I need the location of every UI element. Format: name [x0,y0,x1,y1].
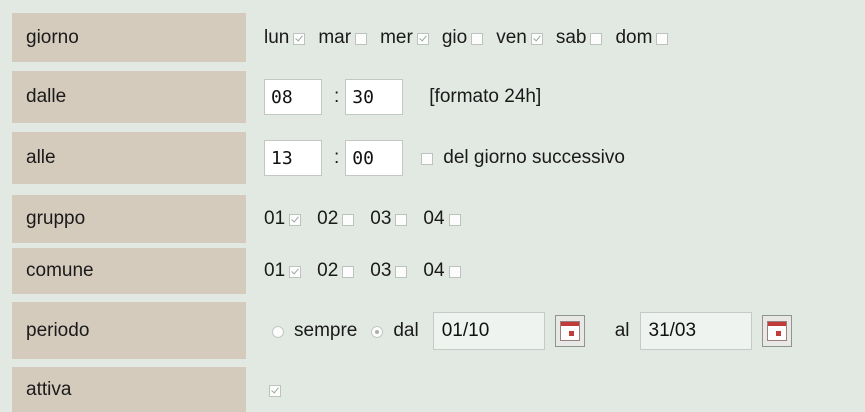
row-comune: comune 01 02 03 04 [0,248,865,294]
from-label: dal [393,319,419,341]
day-label: lun [264,26,290,48]
time-separator: : [334,86,340,107]
checkbox[interactable] [448,266,461,278]
always-label: sempre [294,319,358,341]
day-label: gio [441,26,468,48]
to-date-input[interactable]: 31/03 [639,311,752,350]
day-label: ven [496,26,527,48]
day-options: lun mar mer gio ven sab dom [264,13,865,62]
option-label: 04 [423,260,445,281]
checkbox[interactable] [293,32,306,45]
checkbox[interactable] [289,266,302,278]
row-periodo: periodo sempre dal 01/10 al 31/03 [0,302,865,359]
row-attiva: attiva [0,367,865,412]
end-hour-input[interactable]: 13 [264,140,322,176]
checkbox[interactable] [448,214,461,226]
comune-option-02[interactable]: 02 [317,260,355,282]
day-option-ven[interactable]: ven [496,27,543,49]
day-label: mer [380,26,413,48]
checkbox[interactable] [416,32,429,45]
option-label: 01 [264,260,286,281]
group-option-02[interactable]: 02 [317,208,355,230]
row-alle: alle 13 : 00 del giorno successivo [0,132,865,184]
day-option-gio[interactable]: gio [441,26,484,49]
to-label: al [614,319,630,341]
start-minute-input[interactable]: 30 [345,79,404,115]
checkbox[interactable] [342,214,355,226]
end-minute-input[interactable]: 00 [345,140,404,176]
row-dalle: dalle 08 : 30 [formato 24h] [0,71,865,123]
dalle-value: 08 : 30 [formato 24h] [264,71,865,123]
schedule-form: giorno lun mar mer gio ven sab dom dalle… [0,0,865,412]
day-label: dom [615,26,653,48]
option-label: 03 [370,208,392,229]
checkbox[interactable] [656,32,669,45]
calendar-icon[interactable] [554,314,585,347]
day-option-mar[interactable]: mar [318,26,368,49]
gruppo-label: gruppo [12,195,246,243]
comune-options: 01 02 03 04 [264,248,865,294]
group-option-03[interactable]: 03 [370,208,408,230]
checkbox[interactable] [342,266,355,278]
from-date-input[interactable]: 01/10 [432,311,545,350]
group-option-01[interactable]: 01 [264,208,302,230]
periodo-value: sempre dal 01/10 al 31/03 [272,302,865,359]
group-option-04[interactable]: 04 [423,208,461,230]
calendar-icon[interactable] [761,314,792,347]
from-radio[interactable] [371,325,384,338]
checkbox[interactable] [590,32,603,45]
option-label: 03 [370,260,392,281]
option-label: 04 [423,208,445,229]
comune-label: comune [12,248,246,294]
checkbox[interactable] [355,32,368,45]
periodo-label: periodo [12,302,246,359]
alle-label: alle [12,132,246,184]
next-day-checkbox[interactable] [421,153,434,165]
checkbox[interactable] [289,214,302,226]
day-label: sab [555,26,587,48]
day-option-dom[interactable]: dom [615,26,669,49]
row-giorno: giorno lun mar mer gio ven sab dom [0,13,865,62]
day-label: mar [318,26,352,48]
day-option-sab[interactable]: sab [556,27,603,49]
day-option-lun[interactable]: lun [264,26,306,49]
checkbox[interactable] [471,32,484,45]
attiva-value [269,367,865,412]
option-label: 02 [317,208,339,229]
day-option-mer[interactable]: mer [380,27,429,49]
checkbox[interactable] [530,32,543,45]
giorno-label: giorno [12,13,246,62]
time-separator: : [334,147,340,168]
comune-option-01[interactable]: 01 [264,260,302,282]
alle-value: 13 : 00 del giorno successivo [264,132,865,184]
checkbox[interactable] [395,266,408,278]
comune-option-04[interactable]: 04 [423,260,461,282]
row-gruppo: gruppo 01 02 03 04 [0,195,865,243]
checkbox[interactable] [395,214,408,226]
active-checkbox[interactable] [269,384,281,397]
group-options: 01 02 03 04 [264,195,865,243]
dalle-label: dalle [12,71,246,123]
start-hour-input[interactable]: 08 [264,79,322,115]
next-day-label: del giorno successivo [443,147,625,168]
always-radio[interactable] [272,325,284,338]
format-hint: [formato 24h] [429,86,542,107]
option-label: 01 [264,208,286,229]
comune-option-03[interactable]: 03 [370,260,408,282]
attiva-label: attiva [12,367,246,412]
option-label: 02 [317,260,339,281]
